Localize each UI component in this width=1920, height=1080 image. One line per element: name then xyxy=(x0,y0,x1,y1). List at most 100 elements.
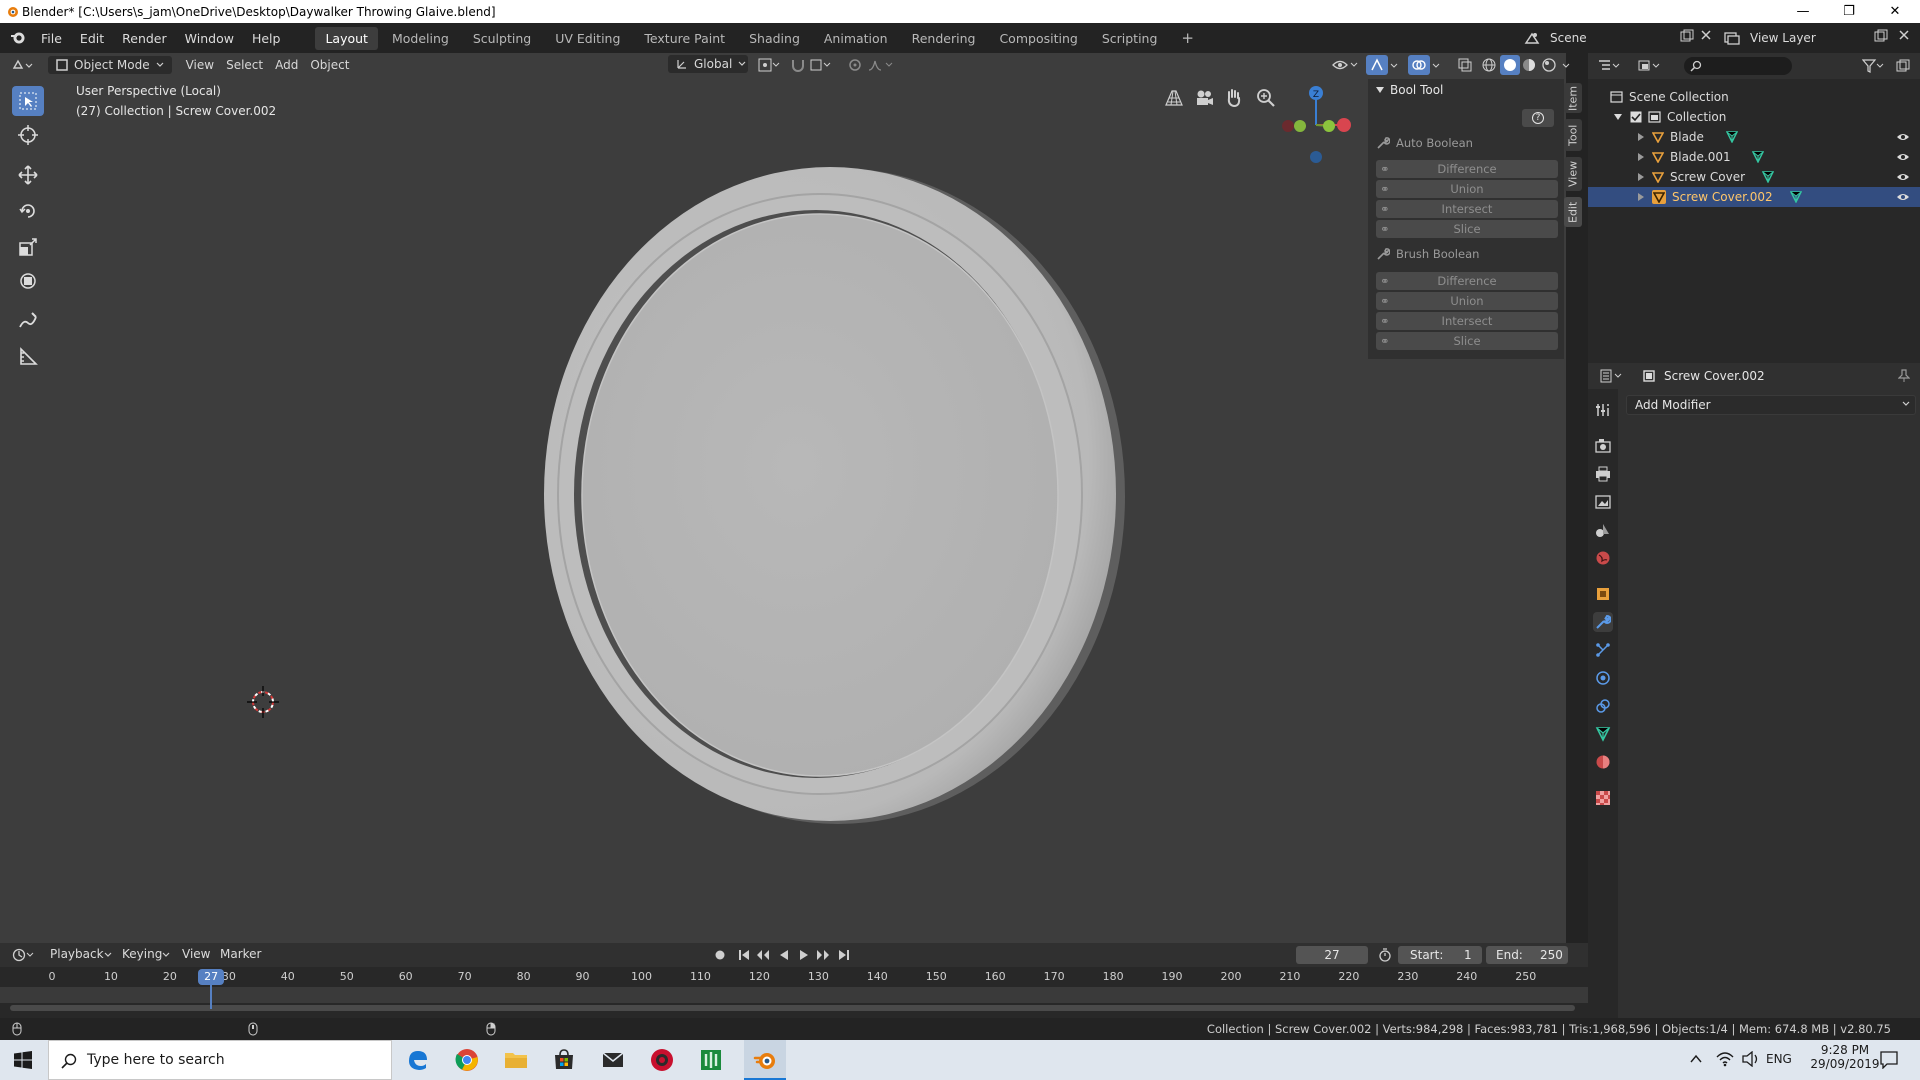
outliner-scene-collection[interactable]: Scene Collection xyxy=(1588,87,1920,107)
display-mode-icon[interactable] xyxy=(1638,59,1662,73)
overlays-toggle-icon[interactable] xyxy=(1408,55,1430,75)
taskbar-clock[interactable]: 9:28 PM 29/09/2019 xyxy=(1806,1043,1884,1077)
jump-keyframe-back-icon[interactable] xyxy=(756,949,770,961)
tab-view[interactable]: View xyxy=(1564,157,1582,191)
grid-view-icon[interactable] xyxy=(1164,88,1184,108)
mesh-data-icon[interactable] xyxy=(1726,131,1738,143)
transform-orientation-dropdown[interactable]: Global xyxy=(668,55,748,73)
jump-end-icon[interactable] xyxy=(838,949,850,961)
add-workspace-button[interactable]: + xyxy=(1171,25,1204,51)
solid-shading-icon[interactable] xyxy=(1500,55,1520,75)
end-frame-field[interactable]: End: 250 xyxy=(1486,946,1568,964)
brush-slice-button[interactable]: ⚭ Slice xyxy=(1376,332,1558,350)
viewport-menu-add[interactable]: Add xyxy=(269,56,304,74)
cursor-tool[interactable] xyxy=(12,120,44,150)
timeline-track[interactable] xyxy=(0,987,1588,1003)
windows-start-icon[interactable] xyxy=(14,1051,32,1069)
auto-difference-button[interactable]: ⚭ Difference xyxy=(1376,160,1558,178)
action-center-icon[interactable] xyxy=(1880,1051,1898,1069)
rotate-tool[interactable] xyxy=(12,196,44,226)
volume-icon[interactable] xyxy=(1742,1051,1760,1067)
editor-type-icon[interactable] xyxy=(12,58,34,72)
eye-icon[interactable] xyxy=(1896,151,1910,163)
mesh-data-icon[interactable] xyxy=(1762,171,1774,183)
outliner-editor-type-icon[interactable] xyxy=(1598,59,1622,73)
expand-arrow-icon[interactable] xyxy=(1638,133,1644,141)
mesh-data-icon[interactable] xyxy=(1790,191,1802,203)
green-app-icon[interactable] xyxy=(699,1048,723,1072)
viewport-menu-object[interactable]: Object xyxy=(304,56,355,74)
tab-shading[interactable]: Shading xyxy=(739,27,810,50)
auto-union-button[interactable]: ⚭ Union xyxy=(1376,180,1558,198)
camera-view-icon[interactable] xyxy=(1194,88,1214,108)
eye-icon[interactable] xyxy=(1896,191,1910,203)
brush-intersect-button[interactable]: ⚭ Intersect xyxy=(1376,312,1558,330)
new-scene-icon[interactable] xyxy=(1680,29,1694,43)
outliner-object-row-selected[interactable]: Screw Cover.002 xyxy=(1588,187,1920,207)
language-indicator[interactable]: ENG xyxy=(1766,1052,1792,1066)
particle-properties-tab[interactable] xyxy=(1593,640,1613,660)
tab-rendering[interactable]: Rendering xyxy=(902,27,986,50)
eye-icon[interactable] xyxy=(1896,171,1910,183)
scene-selector[interactable]: Scene xyxy=(1524,27,1684,49)
help-button[interactable]: ? xyxy=(1522,109,1554,127)
outliner-object-row[interactable]: Screw Cover xyxy=(1588,167,1920,187)
expand-arrow-icon[interactable] xyxy=(1638,173,1644,181)
tab-uv-editing[interactable]: UV Editing xyxy=(545,27,630,50)
auto-slice-button[interactable]: ⚭ Slice xyxy=(1376,220,1558,238)
measure-tool[interactable] xyxy=(12,342,44,372)
constraint-properties-tab[interactable] xyxy=(1593,696,1613,716)
rendered-shading-icon[interactable] xyxy=(1542,58,1556,72)
timeline-menu-keying[interactable]: Keying xyxy=(122,947,162,961)
pan-hand-icon[interactable] xyxy=(1224,88,1244,108)
transform-tool[interactable] xyxy=(12,266,44,296)
timeline-ruler[interactable]: 0 10 20 30 40 50 60 70 80 90 100 110 120 130 140 150 160… xyxy=(0,967,1588,1018)
bool-tool-header[interactable]: Bool Tool xyxy=(1376,83,1443,97)
tab-compositing[interactable]: Compositing xyxy=(989,27,1087,50)
chevron-down-icon[interactable] xyxy=(1390,58,1398,72)
add-modifier-dropdown[interactable]: Add Modifier xyxy=(1626,395,1916,415)
tab-tool[interactable]: Tool xyxy=(1564,119,1582,151)
chevron-down-icon[interactable] xyxy=(1562,58,1570,72)
scale-tool[interactable] xyxy=(12,232,44,262)
annotate-tool[interactable] xyxy=(12,306,44,336)
mesh-data-icon[interactable] xyxy=(1752,151,1764,163)
outliner-collection[interactable]: Collection xyxy=(1588,107,1920,127)
record-icon[interactable] xyxy=(714,949,726,961)
physics-properties-tab[interactable] xyxy=(1593,668,1613,688)
viewport-menu-view[interactable]: View xyxy=(180,56,220,74)
menu-help[interactable]: Help xyxy=(243,31,290,46)
tab-sculpting[interactable]: Sculpting xyxy=(463,27,541,50)
wireframe-shading-icon[interactable] xyxy=(1482,58,1496,72)
3d-cursor[interactable] xyxy=(247,686,279,718)
timeline-editor-type-icon[interactable] xyxy=(12,948,36,962)
outliner-object-row[interactable]: Blade.001 xyxy=(1588,147,1920,167)
viewport-menu-select[interactable]: Select xyxy=(220,56,269,74)
current-frame-field[interactable]: 27 xyxy=(1296,946,1368,964)
output-properties-tab[interactable] xyxy=(1593,464,1613,484)
tab-scripting[interactable]: Scripting xyxy=(1092,27,1168,50)
taskbar-blender-button[interactable] xyxy=(744,1040,786,1080)
xray-toggle-icon[interactable] xyxy=(1458,58,1472,72)
render-properties-tab[interactable] xyxy=(1593,436,1613,456)
menu-render[interactable]: Render xyxy=(113,31,176,46)
pin-icon[interactable] xyxy=(1898,369,1910,383)
show-hidden-icons[interactable] xyxy=(1690,1054,1702,1064)
select-box-tool[interactable] xyxy=(12,86,44,116)
delete-view-layer-icon[interactable] xyxy=(1898,29,1910,41)
mode-dropdown[interactable]: Object Mode xyxy=(48,56,172,74)
view-layer-properties-tab[interactable] xyxy=(1593,492,1613,512)
microsoft-store-icon[interactable] xyxy=(552,1048,576,1072)
red-app-icon[interactable] xyxy=(650,1048,674,1072)
brush-difference-button[interactable]: ⚭ Difference xyxy=(1376,272,1558,290)
tab-edit[interactable]: Edit xyxy=(1564,197,1582,227)
close-button[interactable]: ✕ xyxy=(1872,0,1918,23)
brush-union-button[interactable]: ⚭ Union xyxy=(1376,292,1558,310)
timeline-scrollbar[interactable] xyxy=(10,1005,1575,1011)
chevron-down-icon[interactable] xyxy=(162,952,170,958)
new-view-layer-icon[interactable] xyxy=(1874,29,1888,43)
minimize-button[interactable]: — xyxy=(1780,0,1826,23)
chevron-down-icon[interactable] xyxy=(1432,58,1440,72)
timeline-menu-view[interactable]: View xyxy=(182,947,210,961)
visibility-selectability-icon[interactable] xyxy=(1332,58,1360,72)
